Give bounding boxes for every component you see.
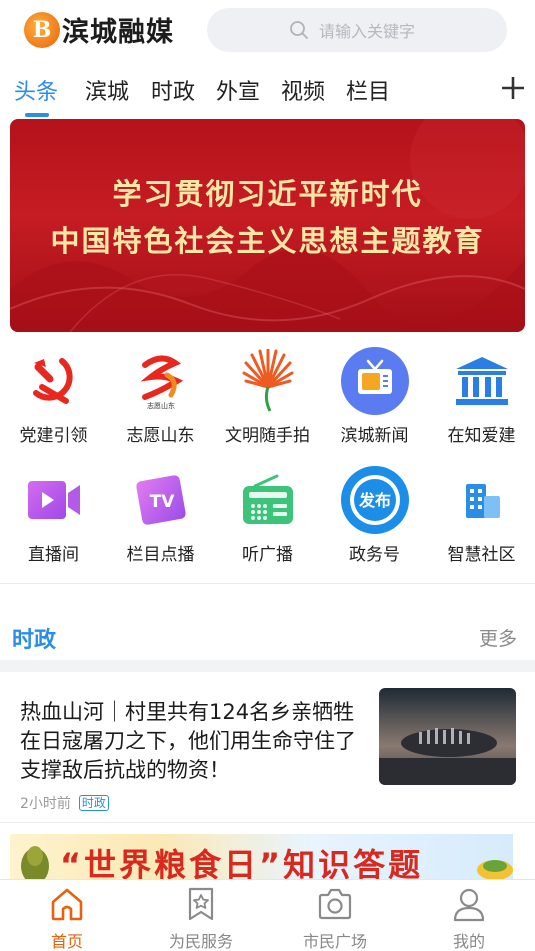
grid-item-zaizhiaijian[interactable]: 在知爱建 bbox=[428, 345, 535, 446]
news-item[interactable]: 热血山河｜村里共有124名乡亲牺牲在日寇屠刀之下，他们用生命守住了支撑敌后抗战的… bbox=[0, 672, 535, 822]
app-screen: B 滨城融媒 请输入关键字 头条 滨城 时政 外宣 视频 栏目 学习贯彻习近平新… bbox=[0, 0, 535, 951]
section-divider bbox=[0, 583, 535, 584]
memorial-sculpture-image-icon bbox=[379, 688, 516, 785]
user-icon bbox=[453, 888, 485, 922]
grid-item-civilization[interactable]: 文明随手拍 bbox=[214, 345, 321, 446]
grid-item-live[interactable]: 直播间 bbox=[0, 464, 107, 565]
tv-play-icon: TV bbox=[125, 464, 197, 536]
section-gap bbox=[0, 660, 535, 672]
top-header: B 滨城融媒 请输入关键字 bbox=[0, 0, 535, 60]
camera-icon bbox=[318, 888, 352, 920]
news-thumbnail bbox=[379, 688, 516, 785]
news-meta: 2小时前 时政 bbox=[20, 793, 109, 813]
carousel-banner[interactable]: 学习贯彻习近平新时代 中国特色社会主义思想主题教育 bbox=[10, 119, 525, 332]
active-tab-indicator bbox=[25, 113, 49, 117]
channel-tabs: 头条 滨城 时政 外宣 视频 栏目 bbox=[0, 70, 535, 120]
grid-item-gov-account[interactable]: 发布 政务号 bbox=[321, 464, 428, 565]
video-camera-icon bbox=[18, 464, 90, 536]
grid-item-radio[interactable]: 听广播 bbox=[214, 464, 321, 565]
volunteer-icon-text: 志愿山东 bbox=[147, 401, 175, 410]
nav-label: 为民服务 bbox=[168, 932, 233, 951]
grid-label: 文明随手拍 bbox=[225, 426, 310, 446]
app-logo: B 滨城融媒 bbox=[24, 10, 174, 49]
grid-label: 志愿山东 bbox=[126, 426, 195, 446]
tab-headlines[interactable]: 头条 bbox=[14, 74, 58, 106]
grid-label: 听广播 bbox=[242, 545, 293, 565]
grid-label: 栏目点播 bbox=[126, 545, 195, 565]
tab-bincheng[interactable]: 滨城 bbox=[85, 74, 129, 106]
grid-label: 政务号 bbox=[349, 545, 400, 565]
community-building-icon bbox=[446, 464, 518, 536]
bottom-navigation: 首页 为民服务 市民广场 我的 bbox=[0, 879, 535, 951]
grid-label: 党建引领 bbox=[19, 426, 88, 446]
wheat-icon bbox=[21, 846, 49, 880]
add-channel-icon[interactable] bbox=[501, 76, 525, 100]
nav-plaza[interactable]: 市民广场 bbox=[268, 886, 402, 951]
grid-label: 滨城新闻 bbox=[340, 426, 409, 446]
radio-icon bbox=[232, 464, 304, 536]
promo-banner[interactable]: “世界粮食日”知识答题 bbox=[10, 834, 513, 880]
nav-profile[interactable]: 我的 bbox=[402, 886, 535, 951]
tv-icon-text: TV bbox=[149, 492, 175, 512]
nav-services[interactable]: 为民服务 bbox=[134, 886, 268, 951]
grid-label: 直播间 bbox=[28, 545, 79, 565]
civilization-fan-icon bbox=[232, 345, 304, 417]
home-icon bbox=[51, 888, 83, 921]
banner-line-2: 中国特色社会主义思想主题教育 bbox=[50, 224, 485, 258]
grid-item-on-demand[interactable]: TV 栏目点播 bbox=[107, 464, 214, 565]
grid-item-volunteer[interactable]: 志愿山东 志愿山东 bbox=[107, 345, 214, 446]
news-time: 2小时前 bbox=[20, 796, 71, 812]
search-input[interactable]: 请输入关键字 bbox=[207, 8, 507, 52]
volunteer-shandong-icon: 志愿山东 bbox=[125, 345, 197, 417]
building-icon bbox=[446, 345, 518, 417]
bookmark-star-icon bbox=[188, 887, 214, 921]
news-category-tag: 时政 bbox=[78, 795, 109, 811]
news-divider bbox=[0, 822, 535, 823]
nav-label: 市民广场 bbox=[302, 932, 367, 951]
grid-item-bincheng-news[interactable]: 滨城新闻 bbox=[321, 345, 428, 446]
grid-label: 在知爱建 bbox=[447, 426, 516, 446]
government-badge-icon: 发布 bbox=[339, 464, 411, 536]
search-placeholder: 请输入关键字 bbox=[319, 22, 416, 41]
nav-label: 我的 bbox=[452, 932, 485, 951]
grid-label: 智慧社区 bbox=[447, 545, 516, 565]
section-title: 时政 bbox=[12, 628, 57, 653]
tab-politics[interactable]: 时政 bbox=[151, 74, 195, 106]
logo-text: 滨城融媒 bbox=[62, 17, 174, 48]
news-title: 热血山河｜村里共有124名乡亲牺牲在日寇屠刀之下，他们用生命守住了支撑敌后抗战的… bbox=[20, 700, 356, 782]
more-link[interactable]: 更多 bbox=[479, 624, 517, 651]
badge-icon-text: 发布 bbox=[357, 491, 390, 510]
hammer-sickle-icon bbox=[18, 345, 90, 417]
tab-publicity[interactable]: 外宣 bbox=[216, 74, 260, 106]
search-icon bbox=[290, 21, 308, 39]
banner-line-1: 学习贯彻习近平新时代 bbox=[112, 177, 423, 211]
grid-item-smart-community[interactable]: 智慧社区 bbox=[428, 464, 535, 565]
tab-video[interactable]: 视频 bbox=[281, 74, 325, 106]
nav-label: 首页 bbox=[50, 932, 83, 951]
logo-mark-icon: B bbox=[24, 11, 60, 48]
tab-columns[interactable]: 栏目 bbox=[346, 74, 390, 106]
rice-bowl-icon bbox=[477, 860, 513, 880]
grid-item-party-building[interactable]: 党建引领 bbox=[0, 345, 107, 446]
tv-news-icon bbox=[339, 345, 411, 417]
promo-text: “世界粮食日”知识答题 bbox=[60, 846, 424, 880]
nav-home[interactable]: 首页 bbox=[0, 886, 134, 951]
